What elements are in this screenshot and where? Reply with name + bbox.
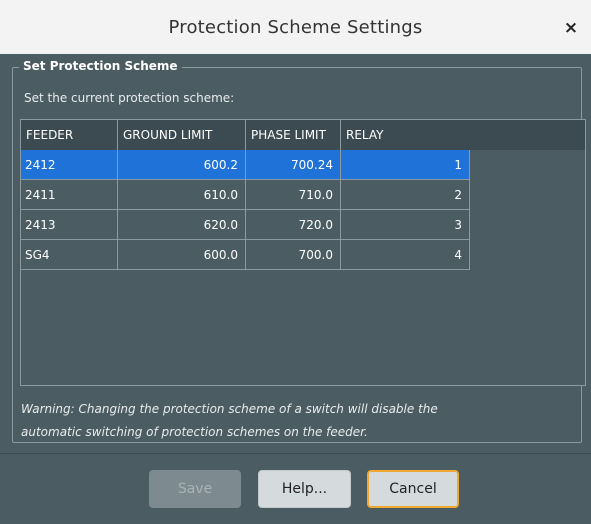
warning-text: Warning: Changing the protection scheme … — [21, 398, 541, 444]
cell-ground-limit: 600.0 — [118, 240, 246, 270]
dialog-title: Protection Scheme Settings — [168, 17, 423, 38]
cell-phase-limit: 710.0 — [246, 180, 341, 210]
cell-feeder: 2413 — [21, 210, 118, 240]
cell-phase-limit: 720.0 — [246, 210, 341, 240]
column-header-relay[interactable]: RELAY — [341, 120, 585, 150]
save-button[interactable]: Save — [149, 470, 241, 508]
cell-ground-limit: 620.0 — [118, 210, 246, 240]
protection-scheme-table[interactable]: FEEDER GROUND LIMIT PHASE LIMIT RELAY 24… — [20, 119, 586, 386]
protection-scheme-dialog: Protection Scheme Settings × Set Protect… — [0, 0, 591, 524]
cell-relay: 3 — [341, 210, 470, 240]
table-row[interactable]: SG4 600.0 700.0 4 — [21, 240, 470, 270]
help-button[interactable]: Help... — [258, 470, 351, 508]
table-header: FEEDER GROUND LIMIT PHASE LIMIT RELAY — [21, 120, 585, 150]
table-row[interactable]: 2411 610.0 710.0 2 — [21, 180, 470, 210]
column-header-feeder[interactable]: FEEDER — [21, 120, 118, 150]
close-icon[interactable]: × — [561, 18, 581, 38]
cell-relay: 2 — [341, 180, 470, 210]
cell-phase-limit: 700.24 — [246, 150, 341, 180]
column-header-ground-limit[interactable]: GROUND LIMIT — [118, 120, 246, 150]
warning-line-1: Warning: Changing the protection scheme … — [21, 402, 438, 416]
table-row[interactable]: 2412 600.2 700.24 1 — [21, 150, 470, 180]
title-bar: Protection Scheme Settings × — [0, 0, 591, 54]
column-header-phase-limit[interactable]: PHASE LIMIT — [246, 120, 341, 150]
instruction-text: Set the current protection scheme: — [24, 91, 235, 105]
table-row[interactable]: 2413 620.0 720.0 3 — [21, 210, 470, 240]
warning-line-2: automatic switching of protection scheme… — [21, 425, 368, 439]
cell-feeder: 2412 — [21, 150, 118, 180]
cell-ground-limit: 600.2 — [118, 150, 246, 180]
group-legend: Set Protection Scheme — [19, 58, 182, 74]
cell-ground-limit: 610.0 — [118, 180, 246, 210]
cell-phase-limit: 700.0 — [246, 240, 341, 270]
cell-feeder: SG4 — [21, 240, 118, 270]
cell-relay: 1 — [341, 150, 470, 180]
cell-feeder: 2411 — [21, 180, 118, 210]
divider — [0, 453, 591, 454]
cancel-button[interactable]: Cancel — [367, 470, 459, 508]
cell-relay: 4 — [341, 240, 470, 270]
